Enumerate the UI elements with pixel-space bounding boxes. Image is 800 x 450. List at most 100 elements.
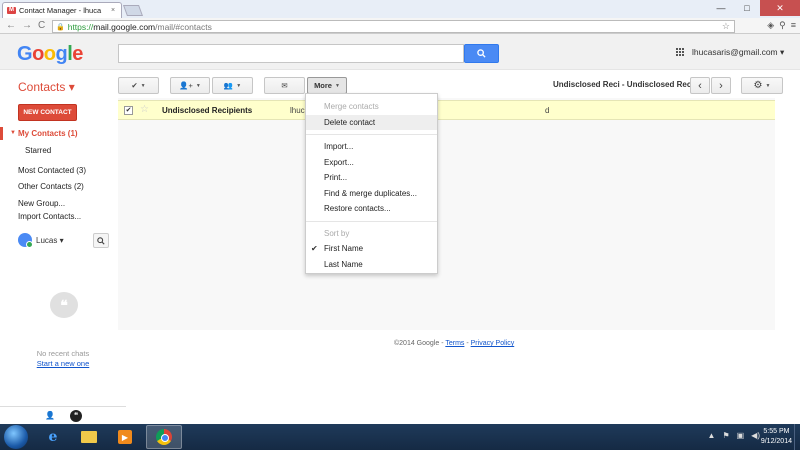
hangouts-icon: ❝ [50,292,78,318]
extension-icon[interactable]: ⚲ [779,20,786,31]
menu-item-first-name[interactable]: ✔ First Name [306,241,437,257]
reload-button[interactable]: C [38,20,45,31]
maximize-button[interactable]: □ [734,0,760,16]
extension-icons: ◈ ⚲ ≡ [767,20,796,31]
menu-item-find-merge-duplicates[interactable]: Find & merge duplicates... [306,186,437,202]
chevron-down-icon: ▼ [140,82,146,89]
checkmark-icon: ✔ [131,81,138,90]
google-header: Google lhucasaris@gmail.com ▾ [0,34,800,70]
groups-button[interactable]: 👥 ▼ [212,77,253,94]
chrome-menu-icon[interactable]: ≡ [791,20,796,31]
contact-email: lhuc [290,106,305,115]
privacy-link[interactable]: Privacy Policy [471,340,515,347]
sidebar-item-most-contacted[interactable]: Most Contacted (3) [18,166,86,175]
action-center-icon[interactable]: ▣ [737,431,745,440]
network-icon[interactable]: ⚑ [722,431,729,440]
checkmark-icon: ✔ [311,244,318,254]
browser-titlebar: M Contact Manager - lhuca × — □ ✕ [0,0,800,18]
show-hidden-icons-icon[interactable]: ▲ [708,431,716,440]
hangouts-icon[interactable]: ❝ [70,409,82,422]
forward-button[interactable]: → [22,20,32,31]
menu-item-sort-by: Sort by [324,228,350,238]
copyright-text: ©2014 Google - [394,340,446,347]
close-window-button[interactable]: ✕ [760,0,800,16]
new-tab-button[interactable] [122,5,144,16]
taskbar-clock[interactable]: 5:55 PM 9/12/2014 [761,427,792,447]
lock-icon: 🔒 [56,23,65,31]
no-recent-chats-text: No recent chats [36,349,90,358]
more-button[interactable]: More ▼ [307,77,347,94]
ie-taskbar-button[interactable]: e [38,425,68,449]
back-button[interactable]: ← [6,20,16,31]
expand-caret-icon[interactable]: ▼ [10,130,16,136]
tab-close-icon[interactable]: × [111,7,121,14]
star-icon[interactable]: ☆ [140,104,149,115]
account-menu[interactable]: lhucasaris@gmail.com ▾ [692,47,784,58]
chat-user[interactable]: Lucas ▾ [18,233,64,248]
sidebar-item-import-contacts[interactable]: Import Contacts... [18,212,81,221]
menu-item-print[interactable]: Print... [306,170,437,186]
sidebar-item-new-group[interactable]: New Group... [18,199,65,208]
browser-tab[interactable]: M Contact Manager - lhuca × [2,2,122,18]
chrome-icon [156,429,172,445]
sidebar-item-starred[interactable]: Starred [25,146,51,155]
url-host: mail.google.com [93,21,156,32]
chevron-down-icon: ▼ [236,82,242,89]
sidebar-item-my-contacts[interactable]: My Contacts (1) [18,129,78,138]
email-button[interactable]: ✉ [264,77,305,94]
menu-item-import[interactable]: Import... [306,139,437,155]
contacts-dropdown[interactable]: Contacts ▾ [18,80,75,94]
gear-icon: ⚙ [753,80,763,91]
menu-item-export[interactable]: Export... [306,155,437,171]
add-person-icon: 👤+ [179,81,193,90]
minimize-button[interactable]: — [708,0,734,16]
explorer-taskbar-button[interactable] [74,425,104,449]
chevron-right-icon: › [719,79,723,92]
search-button[interactable] [464,44,499,63]
logo-letter: g [55,43,68,65]
chevron-left-icon: ‹ [698,79,702,92]
chat-search-button[interactable] [93,233,109,248]
extension-icon[interactable]: ◈ [767,20,774,31]
menu-item-merge-contacts: Merge contacts [324,102,379,112]
google-logo[interactable]: Google [17,43,83,66]
person-icon[interactable]: 👤 [44,410,56,422]
clock-date: 9/12/2014 [760,438,792,445]
sidebar-item-other-contacts[interactable]: Other Contacts (2) [18,182,84,191]
table-row[interactable]: ✔ ☆ Undisclosed Recipients lhuc d [118,100,775,120]
window-controls: — □ ✕ [708,0,800,16]
volume-icon[interactable]: ◀) [751,431,760,440]
search-input[interactable] [118,44,464,63]
chat-footer: 👤 ❝ [0,406,126,424]
next-button[interactable]: › [711,77,731,94]
tab-title: Contact Manager - lhuca [19,6,102,15]
media-player-taskbar-button[interactable]: ▶ [110,425,140,449]
show-desktop-button[interactable] [794,424,800,450]
start-new-chat-link[interactable]: Start a new one [0,359,126,368]
logo-letter: o [43,43,56,65]
menu-item-delete-contact[interactable]: Delete contact [306,114,437,130]
chrome-taskbar-button[interactable] [146,425,182,449]
start-button[interactable] [4,425,28,449]
add-to-group-button[interactable]: 👤+ ▼ [170,77,210,94]
settings-button[interactable]: ⚙ ▼ [741,77,783,94]
new-contact-button[interactable]: NEW CONTACT [18,104,77,121]
system-tray: ▲ ⚑ ▣ ◀) [708,431,760,440]
menu-divider [306,220,437,222]
menu-item-restore-contacts[interactable]: Restore contacts... [306,201,437,217]
menu-item-last-name[interactable]: Last Name [306,257,437,273]
row-checkbox[interactable]: ✔ [124,106,133,115]
logo-letter: e [72,43,83,65]
terms-link[interactable]: Terms [445,340,464,347]
clock-time: 5:55 PM [763,428,790,435]
url-path: /mail/#contacts [155,21,212,32]
bookmark-star-icon[interactable]: ☆ [722,21,730,32]
prev-button[interactable]: ‹ [690,77,710,94]
chevron-down-icon: ▼ [334,82,340,89]
chat-user-name: Lucas ▾ [36,235,64,245]
address-bar[interactable]: 🔒 https://mail.google.com/mail/#contacts… [52,20,735,33]
windows-taskbar: e ▶ ▲ ⚑ ▣ ◀) 5:55 PM 9/12/2014 [0,424,800,450]
apps-grid-icon[interactable] [676,48,684,56]
logo-letter: o [32,43,44,65]
select-checkbox-button[interactable]: ✔ ▼ [118,77,159,94]
